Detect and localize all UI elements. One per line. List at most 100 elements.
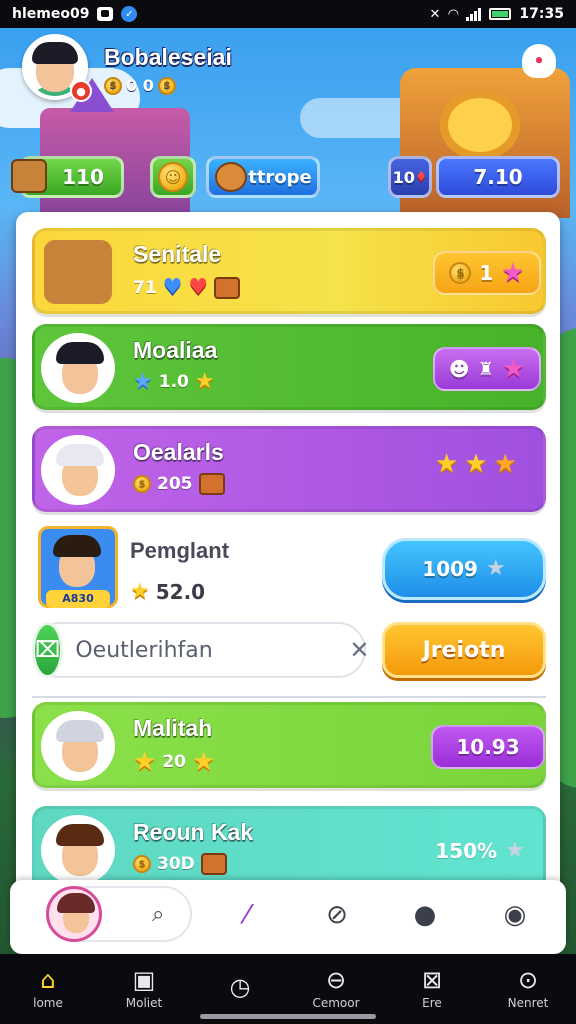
reward-value: 1 [479,261,494,285]
card-title: Senitale [133,241,222,267]
coin-icon: $ [449,262,472,284]
home-indicator[interactable] [200,1014,376,1019]
main-panel: Senitale 71 ♥ ♥ $ 1 ★ Moaliaa ★ 1.0 ★ ☻ … [16,212,560,952]
avatar [41,435,115,505]
bandage-icon[interactable]: ⊘ [320,898,354,932]
resource-cookie[interactable]: ttrope [206,156,320,198]
gold-star-icon: ★ [191,747,216,777]
resource-bag-value: 110 [62,165,104,189]
map-icon[interactable]: ⌧ [32,622,64,678]
card-title: Oealarls [133,439,224,465]
mask-icon[interactable]: ◉ [498,898,532,932]
nav-box[interactable]: ⊠ Ere [384,954,480,1024]
nav-home[interactable]: ⌂ lome [0,954,96,1024]
status-left-text: hlemeo09 [12,6,90,22]
coin-icon: $ [104,76,122,95]
card-value: 52.0 [155,580,206,604]
avatar [41,815,115,885]
smiley-coin-icon: ☺ [158,162,188,192]
blue-star-icon: ★ [133,369,153,394]
resource-gem[interactable]: 10 ♦ [388,156,432,198]
card-title: Pemglant [130,538,230,563]
reward-pill[interactable]: 10.93 [431,725,545,769]
list-item[interactable]: Oealarls $ 205 ★ ★ ★ [32,426,546,512]
star-icon: ★ [485,556,506,581]
ghost-icon: ☻ [448,357,470,381]
search-icon[interactable]: ⌕ [152,902,164,927]
battery-icon [489,8,512,20]
reward-pill[interactable]: 150% ★ [415,829,545,873]
resource-cookie-value: ttrope [248,166,312,188]
list-item[interactable]: Moaliaa ★ 1.0 ★ ☻ ♜ ★ [32,324,546,410]
gem-icon: ♦ [414,169,428,185]
wand-icon[interactable]: ⁄ [230,898,264,932]
close-icon[interactable]: ✕ [349,636,369,664]
card-title: Reoun Kak [133,819,254,845]
nav-label: Ere [422,996,442,1010]
star-icon: ★ [505,838,525,863]
trophy-icon: ♜ [477,358,494,380]
reward-value: 10.93 [456,735,520,759]
clock-icon: ◷ [229,973,251,1001]
chest-icon [198,473,225,495]
resource-timer-value: 7.10 [473,165,523,189]
list-item[interactable]: Malitah ★ 20 ★ 10.93 [32,702,546,788]
red-heart-icon: ♥ [188,275,209,300]
home-icon: ⌂ [40,966,56,994]
reward-value: 150% [435,839,498,863]
mute-icon: ✕ [429,6,441,22]
chest-icon [214,276,241,299]
search-bar: ⌧ ✕ [32,622,369,678]
list-item[interactable]: A830 Pemglant ★ 52.0 1009 ★ [32,524,546,610]
card-value: 30D [157,854,195,874]
resource-coin[interactable]: ☺ [150,156,196,198]
nav-profile[interactable]: ▣ Moliet [96,954,192,1024]
reward-pill[interactable]: ☻ ♜ ★ [433,347,541,391]
card-value: 71 [133,277,157,298]
card-title: Moaliaa [133,337,218,363]
shield-icon: ✓ [121,6,138,22]
friend-avatar[interactable] [46,886,102,942]
gold-star-icon: ★ [464,449,488,479]
nav-label: Nenret [507,996,549,1010]
search-input[interactable] [63,637,350,663]
avatar-label: A830 [46,590,110,608]
box-x-icon: ⊠ [421,966,443,994]
card-stats: ★ 20 ★ [133,749,215,775]
avatar [41,711,115,781]
nav-chat[interactable]: ⊙ Nenret [480,954,576,1024]
app-notification-icon [97,7,114,21]
card-stats: 71 ♥ ♥ [133,275,241,300]
nav-label: Moliet [125,996,163,1010]
card-stats: ★ 52.0 [130,580,205,604]
ghost-icon[interactable]: • [522,44,556,78]
avatar [41,333,115,403]
notification-badge: ● [70,80,92,102]
pink-star-icon: ★ [501,354,526,384]
id-card-icon: ▣ [132,966,156,994]
blue-heart-icon: ♥ [162,275,183,300]
pink-star-icon: ★ [501,258,525,288]
gold-star-icon: ★ [130,579,150,604]
list-item[interactable]: Senitale 71 ♥ ♥ $ 1 ★ [32,228,546,314]
nav-label: Cemoor [312,996,360,1010]
score-button[interactable]: 1009 ★ [382,538,546,600]
status-time: 17:35 [519,6,564,22]
resource-timer[interactable]: 7.10 [436,156,560,198]
wifi-icon: ◠ [448,6,459,22]
coin-icon: $ [133,855,151,873]
shield-icon[interactable]: ● [408,898,442,932]
cookie-icon [215,162,247,192]
resource-gem-value: 10 [392,167,415,187]
gold-star-icon: ★ [194,369,215,394]
join-button[interactable]: Jreiotn [382,622,546,678]
treasure-chest-icon [41,237,115,307]
resource-bag[interactable]: 110 [11,156,124,198]
bottom-toolbar: ⌕ ⁄ ⊘ ● ◉ [10,880,566,954]
card-stats: $ 205 [133,473,225,495]
bag-icon [11,159,47,193]
card-value: 1.0 [158,372,189,392]
card-title: Malitah [133,715,213,741]
player-name: Bobaleseiai [104,44,232,70]
reward-pill[interactable]: $ 1 ★ [433,251,541,295]
